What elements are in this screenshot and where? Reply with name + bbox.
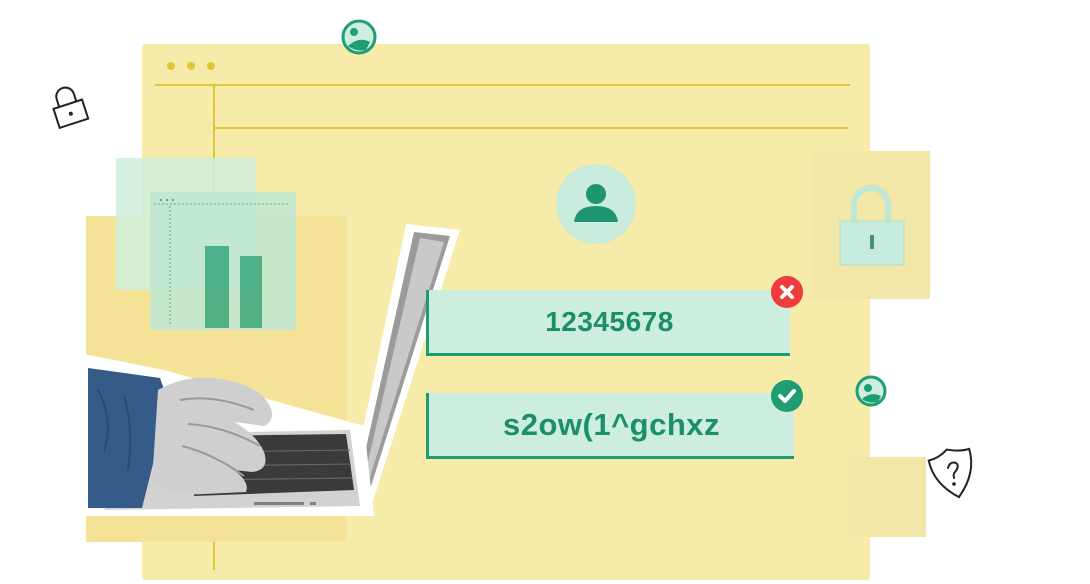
- window-dot: [207, 62, 215, 70]
- user-avatar: [556, 164, 636, 244]
- padlock-outline-icon: [52, 86, 90, 130]
- strong-password-value: s2ow(1^gchxz: [502, 406, 721, 442]
- address-bar-line: [155, 84, 850, 86]
- weak-password-field[interactable]: 12345678: [426, 290, 790, 356]
- success-badge: [771, 380, 803, 412]
- image-icon: [855, 375, 887, 407]
- lock-panel: [812, 151, 930, 299]
- laptop-illustration: [84, 220, 464, 520]
- shield-question-icon: [927, 447, 973, 499]
- decor-square: [848, 457, 926, 537]
- close-icon: [780, 285, 794, 299]
- content-header-line: [214, 127, 848, 129]
- user-icon: [574, 184, 618, 222]
- sidebar-divider-bottom: [213, 542, 215, 570]
- padlock-icon: [839, 185, 905, 266]
- window-dot: [167, 62, 175, 70]
- strong-password-field[interactable]: s2ow(1^gchxz: [426, 393, 794, 459]
- image-icon: [341, 19, 377, 55]
- error-badge: [771, 276, 803, 308]
- window-dot: [187, 62, 195, 70]
- weak-password-value: 12345678: [545, 305, 674, 337]
- check-icon: [778, 389, 796, 403]
